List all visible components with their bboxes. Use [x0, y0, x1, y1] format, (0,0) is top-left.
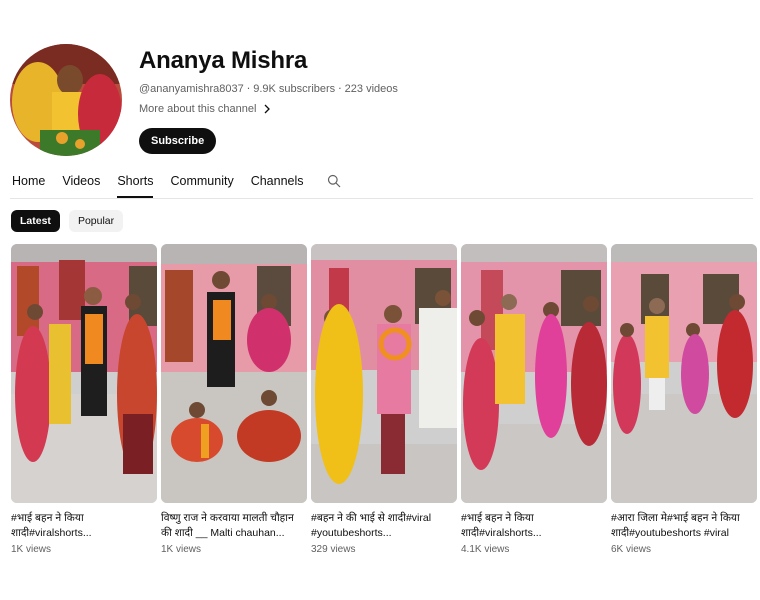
short-views: 1K views [11, 544, 52, 555]
short-thumbnail[interactable] [11, 244, 157, 503]
short-views: 329 views [311, 544, 356, 555]
tab-shorts[interactable]: Shorts [117, 170, 154, 198]
meta-separator: ‧ [338, 83, 342, 95]
channel-tabs: Home Videos Shorts Community Channels [12, 170, 752, 198]
chip-latest[interactable]: Latest [11, 210, 60, 232]
chip-popular[interactable]: Popular [68, 210, 124, 232]
short-card[interactable]: #आरा जिला मे#भाई बहन ने किया शादी#youtub… [611, 244, 757, 555]
search-icon[interactable] [327, 174, 341, 188]
channel-info: Ananya Mishra @ananyamishra8037 ‧ 9.9K sub… [139, 46, 398, 154]
short-card[interactable]: #भाई बहन ने किया शादी#viralshorts... 4.1… [461, 244, 607, 555]
meta-separator: ‧ [246, 83, 251, 95]
about-channel-link[interactable]: More about this channel [139, 103, 398, 115]
short-title[interactable]: #बहन ने की भाई से शादी#viral #youtubesho… [311, 511, 457, 541]
short-card[interactable]: #भाई बहन ने किया शादी#viralshorts... 1K … [11, 244, 157, 555]
channel-handle: @ananyamishra8037 [139, 83, 244, 95]
short-views: 4.1K views [461, 544, 510, 555]
channel-header: Ananya Mishra @ananyamishra8037 ‧ 9.9K sub… [10, 44, 750, 156]
short-views: 1K views [161, 544, 202, 555]
short-title[interactable]: विष्णु राज ने करवाया मालती चौहान की शादी… [161, 511, 307, 541]
tab-videos[interactable]: Videos [62, 170, 100, 198]
video-count: 223 videos [344, 83, 398, 95]
short-title[interactable]: #आरा जिला मे#भाई बहन ने किया शादी#youtub… [611, 511, 757, 541]
subscriber-count: 9.9K subscribers [253, 83, 336, 95]
shorts-grid: #भाई बहन ने किया शादी#viralshorts... 1K … [11, 244, 757, 555]
subscribe-button[interactable]: Subscribe [139, 128, 217, 154]
channel-meta: @ananyamishra8037 ‧ 9.9K subscribers ‧ 223 v… [139, 82, 398, 96]
short-thumbnail[interactable] [161, 244, 307, 503]
short-title[interactable]: #भाई बहन ने किया शादी#viralshorts... [11, 511, 157, 541]
tab-home[interactable]: Home [12, 170, 45, 198]
channel-name: Ananya Mishra [139, 47, 308, 74]
short-title[interactable]: #भाई बहन ने किया शादी#viralshorts... [461, 511, 607, 541]
short-thumbnail[interactable] [461, 244, 607, 503]
tab-community[interactable]: Community [170, 170, 233, 198]
chevron-right-icon [264, 104, 271, 114]
short-card[interactable]: #बहन ने की भाई से शादी#viral #youtubesho… [311, 244, 457, 555]
short-thumbnail[interactable] [311, 244, 457, 503]
short-views: 6K views [611, 544, 652, 555]
tab-channels[interactable]: Channels [251, 170, 304, 198]
about-channel-label: More about this channel [139, 103, 257, 115]
channel-avatar[interactable] [10, 44, 122, 156]
sort-chips: Latest Popular [11, 210, 124, 232]
short-thumbnail[interactable] [611, 244, 757, 503]
short-card[interactable]: विष्णु राज ने करवाया मालती चौहान की शादी… [161, 244, 307, 555]
tabs-divider [10, 198, 753, 199]
